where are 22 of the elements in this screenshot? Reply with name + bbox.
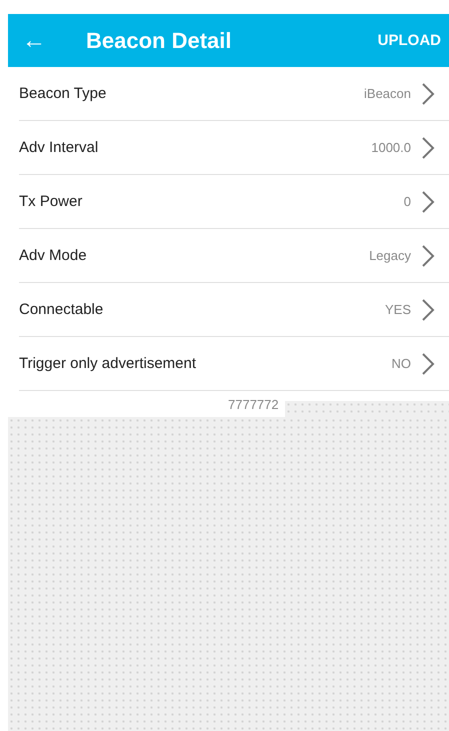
setting-label: Connectable [19, 301, 104, 318]
setting-label: Adv Interval [19, 139, 100, 156]
chevron-right-icon[interactable] [421, 244, 435, 268]
uuid-value: 7777772 [228, 397, 279, 412]
setting-value: 0 [404, 194, 411, 209]
setting-value: YES [384, 302, 411, 317]
chevron-right-icon[interactable] [421, 190, 435, 214]
screen-title: Beacon Detail [86, 28, 232, 54]
setting-value: NO [392, 356, 411, 371]
chevron-right-icon[interactable] [421, 82, 435, 106]
chevron-right-icon[interactable] [421, 136, 435, 160]
chevron-right-icon[interactable] [421, 298, 435, 322]
setting-value: iBeacon [364, 86, 411, 101]
back-button[interactable]: ← [22, 28, 86, 52]
setting-label: Tx Power [19, 193, 84, 210]
setting-label: Adv Mode [19, 247, 88, 264]
setting-value: Legacy [369, 248, 411, 263]
setting-value: 1000.0 [371, 140, 411, 155]
upload-button[interactable]: UPLOAD [378, 28, 441, 53]
setting-label: Beacon Type [19, 85, 108, 102]
chevron-right-icon[interactable] [421, 352, 435, 376]
setting-label: Trigger only advertisement [19, 355, 198, 372]
